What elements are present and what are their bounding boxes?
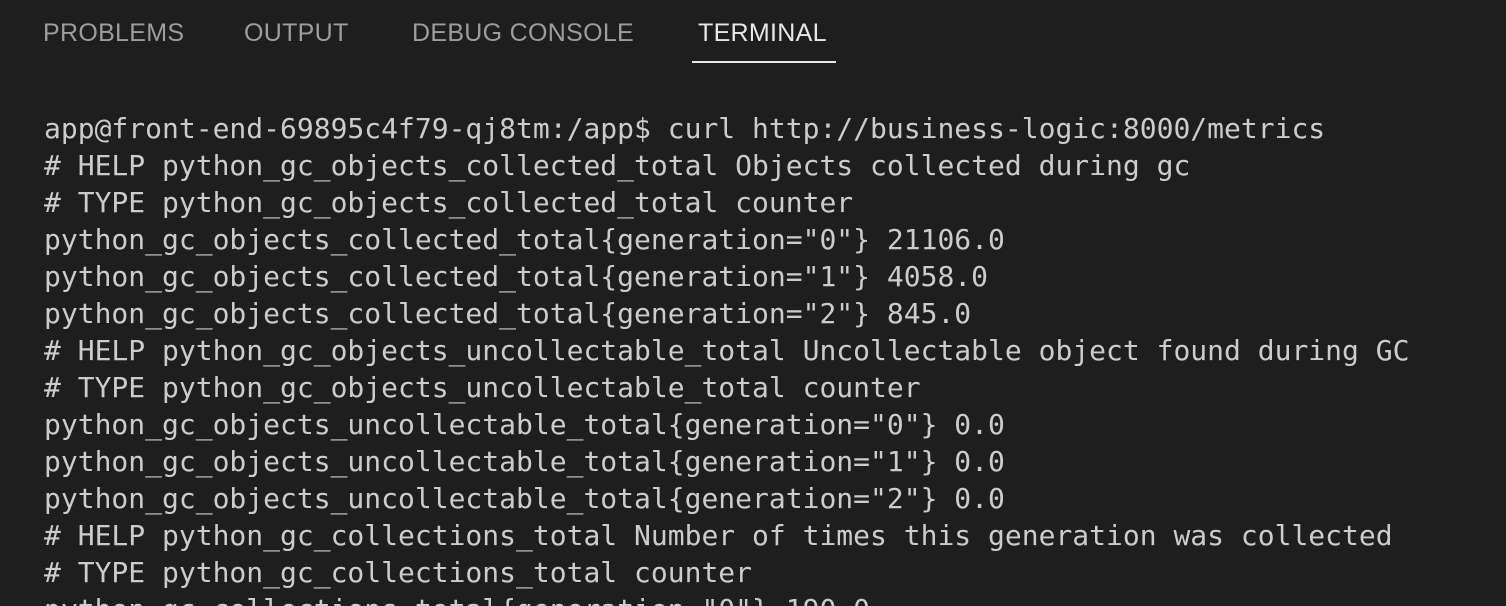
terminal-line: # HELP python_gc_objects_collected_total… xyxy=(44,149,1191,182)
terminal-line: python_gc_objects_collected_total{genera… xyxy=(44,260,989,293)
terminal-line: # HELP python_gc_collections_total Numbe… xyxy=(44,519,1393,552)
terminal-line: # HELP python_gc_objects_uncollectable_t… xyxy=(44,334,1410,367)
terminal-output[interactable]: app@front-end-69895c4f79-qj8tm:/app$ cur… xyxy=(44,110,1484,606)
terminal-line: python_gc_objects_collected_total{genera… xyxy=(44,223,1005,256)
bottom-panel: PROBLEMS OUTPUT DEBUG CONSOLE TERMINAL a… xyxy=(0,0,1506,606)
terminal-line: # TYPE python_gc_objects_collected_total… xyxy=(44,186,854,219)
tab-problems[interactable]: PROBLEMS xyxy=(43,0,184,64)
terminal-line: python_gc_objects_collected_total{genera… xyxy=(44,297,972,330)
terminal-line: python_gc_collections_total{generation="… xyxy=(44,591,1484,606)
terminal-line: python_gc_objects_uncollectable_total{ge… xyxy=(44,482,1005,515)
tab-output[interactable]: OUTPUT xyxy=(244,0,349,64)
terminal-line: # TYPE python_gc_objects_uncollectable_t… xyxy=(44,371,921,404)
terminal-line: python_gc_objects_uncollectable_total{ge… xyxy=(44,408,1005,441)
active-tab-indicator xyxy=(692,61,836,63)
tab-terminal[interactable]: TERMINAL xyxy=(698,0,827,64)
terminal-line: # TYPE python_gc_collections_total count… xyxy=(44,556,753,589)
terminal-line: app@front-end-69895c4f79-qj8tm:/app$ cur… xyxy=(44,112,1326,145)
terminal-line: python_gc_objects_uncollectable_total{ge… xyxy=(44,445,1005,478)
panel-tab-bar: PROBLEMS OUTPUT DEBUG CONSOLE TERMINAL xyxy=(0,0,1506,64)
tab-debug-console[interactable]: DEBUG CONSOLE xyxy=(412,0,634,64)
